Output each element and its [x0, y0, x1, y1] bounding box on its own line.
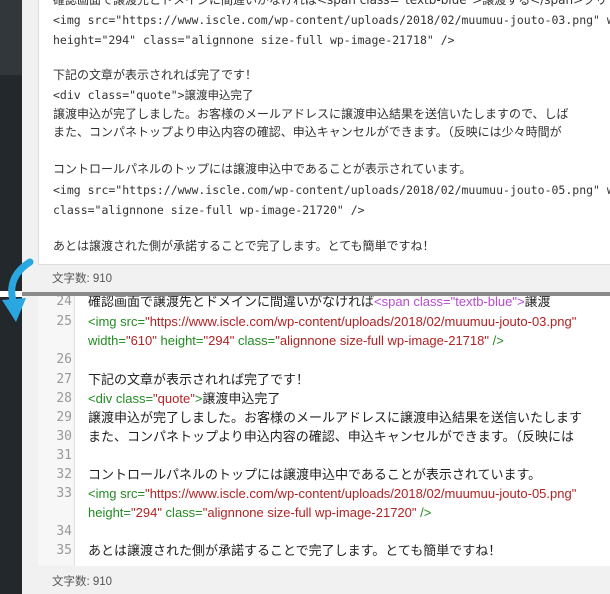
line-number: 31: [56, 448, 72, 463]
line-number: 30: [56, 429, 72, 444]
editor-line: また、コンパネトップより申込内容の確認、申込キャンセルができます。（反映には少々…: [53, 125, 562, 139]
code-line: コントロールパネルのトップには譲渡申込中であることが表示されています。: [88, 467, 542, 482]
code-line: 譲渡申込が完了しました。お客様のメールアドレスに譲渡申込結果を送信いたします: [88, 410, 583, 425]
code-line: height="294" class="alignnone size-full …: [88, 505, 432, 520]
plain-editor-panel: 確認画面で譲渡先とドメインに間違いがなければ<span class="textb…: [22, 0, 610, 292]
code-line: <img src="https://www.iscle.com/wp-conte…: [88, 314, 577, 329]
code-line: <div class="quote">譲渡申込完了: [88, 391, 281, 406]
line-number: 27: [56, 372, 72, 387]
code-line: あとは譲渡された側が承諾することで完了します。とても簡単ですね！: [88, 543, 502, 558]
admin-sidebar-active: [0, 0, 22, 75]
editor-line: 譲渡申込が完了しました。お客様のメールアドレスに譲渡申込結果を送信いたしますので…: [53, 107, 569, 121]
word-count: 文字数: 910: [52, 273, 113, 285]
editor-line: class="alignnone size-full wp-image-2172…: [53, 203, 365, 217]
line-number: 26: [56, 352, 72, 367]
plain-text-editor[interactable]: 確認画面で譲渡先とドメインに間違いがなければ<span class="textb…: [38, 0, 610, 265]
code-editor-panel: 24 25 26 27 28 29 30 31 32 33 34 35 確認画面…: [22, 296, 610, 594]
editor-line: コントロールパネルのトップには譲渡申込中であることが表示されています。: [53, 162, 472, 176]
editor-line: <div class="quote">譲渡申込完了: [53, 88, 254, 102]
code-line: <img src="https://www.iscle.com/wp-conte…: [88, 486, 577, 501]
code-line: 下記の文章が表示されれば完了です！: [88, 372, 310, 387]
curved-down-arrow-icon: [2, 258, 34, 322]
line-number: 34: [56, 524, 72, 539]
line-number: 32: [56, 467, 72, 482]
line-number: 24: [56, 296, 72, 309]
line-number: 29: [56, 410, 72, 425]
editor-line: <img src="https://www.iscle.com/wp-conte…: [53, 13, 610, 27]
code-line: width="610" height="294" class="alignnon…: [88, 333, 504, 348]
code-line: 確認画面で譲渡先とドメインに間違いがなければ<span class="textb…: [88, 296, 551, 309]
editor-line: height="294" class="alignnone size-full …: [53, 33, 455, 47]
editor-line: 確認画面で譲渡先とドメインに間違いがなければ<span class="textb…: [53, 0, 608, 7]
code-line: また、コンパネトップより申込内容の確認、申込キャンセルができます。（反映には: [88, 429, 574, 444]
word-count: 文字数: 910: [52, 576, 113, 588]
editor-line: <img src="https://www.iscle.com/wp-conte…: [53, 183, 610, 197]
editor-line: あとは譲渡された側が承諾することで完了します。とても簡単ですね！: [53, 239, 435, 253]
line-number: 28: [56, 391, 72, 406]
line-number: 35: [56, 543, 72, 558]
line-number: 25: [56, 314, 72, 329]
line-number: 33: [56, 486, 72, 501]
editor-line: 下記の文章が表示されれば完了です！: [53, 68, 258, 82]
